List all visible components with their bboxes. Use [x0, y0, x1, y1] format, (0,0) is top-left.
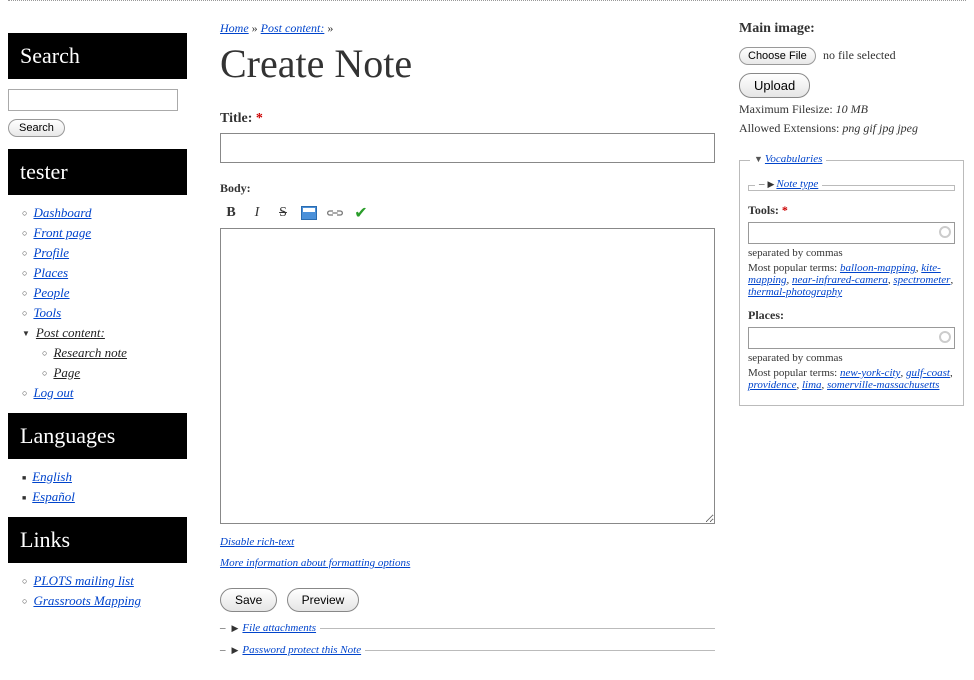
link-plots-mailing-list[interactable]: PLOTS mailing list	[33, 573, 133, 588]
links-block-title: Links	[8, 517, 187, 563]
places-input[interactable]	[748, 327, 955, 349]
max-filesize-hint: Maximum Filesize: 10 MB	[739, 102, 964, 117]
spinner-icon	[939, 331, 951, 343]
check-icon[interactable]: ✔	[352, 204, 370, 222]
link-icon[interactable]	[326, 204, 344, 222]
term-balloon-mapping[interactable]: balloon-mapping	[840, 262, 916, 274]
sidebar-item-front-page[interactable]: Front page	[33, 225, 91, 240]
title-input[interactable]	[220, 133, 715, 163]
sidebar-item-places[interactable]: Places	[33, 265, 68, 280]
languages-block-title: Languages	[8, 413, 187, 459]
term-providence[interactable]: providence	[748, 379, 796, 391]
image-icon[interactable]	[300, 204, 318, 222]
breadcrumb-home[interactable]: Home	[220, 21, 249, 35]
vocabularies-toggle[interactable]: Vocabularies	[765, 153, 822, 165]
preview-button[interactable]: Preview	[287, 588, 360, 612]
search-input[interactable]	[8, 89, 178, 111]
breadcrumb: Home » Post content: »	[220, 21, 715, 36]
search-block-title: Search	[8, 33, 187, 79]
sidebar-item-people[interactable]: People	[33, 285, 69, 300]
links-menu: PLOTS mailing list Grassroots Mapping	[8, 573, 187, 609]
upload-button[interactable]: Upload	[739, 73, 810, 98]
term-new-york-city[interactable]: new-york-city	[840, 367, 900, 379]
sidebar-item-log-out[interactable]: Log out	[33, 385, 73, 400]
vocabularies-fieldset: ▼Vocabularies –▶Note type Tools: * separ…	[739, 160, 964, 406]
allowed-ext-hint: Allowed Extensions: png gif jpg jpeg	[739, 121, 964, 136]
main-image-label: Main image:	[739, 21, 964, 37]
tools-popular-terms: Most popular terms: balloon-mapping, kit…	[748, 262, 955, 298]
term-thermal-photography[interactable]: thermal-photography	[748, 286, 842, 298]
body-label: Body:	[220, 181, 715, 196]
places-label: Places:	[748, 308, 955, 323]
editor-toolbar: B I S ✔	[220, 202, 715, 224]
term-gulf-coast[interactable]: gulf-coast	[906, 367, 950, 379]
term-near-infrared-camera[interactable]: near-infrared-camera	[792, 274, 888, 286]
breadcrumb-post-content[interactable]: Post content:	[261, 21, 325, 35]
formatting-options-link[interactable]: More information about formatting option…	[220, 557, 410, 569]
italic-icon[interactable]: I	[248, 204, 266, 222]
user-block-title: tester	[8, 149, 187, 195]
tools-input[interactable]	[748, 222, 955, 244]
strikethrough-icon[interactable]: S	[274, 204, 292, 222]
user-menu: Dashboard Front page Profile Places People To…	[8, 205, 187, 401]
places-hint: separated by commas	[748, 352, 955, 364]
term-spectrometer[interactable]: spectrometer	[893, 274, 950, 286]
term-lima[interactable]: lima	[802, 379, 822, 391]
title-label: Title: *	[220, 111, 715, 127]
link-grassroots-mapping[interactable]: Grassroots Mapping	[33, 593, 141, 608]
languages-menu: English Español	[8, 469, 187, 505]
sidebar-item-tools[interactable]: Tools	[33, 305, 61, 320]
places-popular-terms: Most popular terms: new-york-city, gulf-…	[748, 367, 955, 391]
body-textarea[interactable]	[220, 228, 715, 524]
sidebar-item-page[interactable]: Page	[53, 365, 80, 380]
language-espa-ol[interactable]: Español	[32, 489, 75, 504]
language-english[interactable]: English	[32, 469, 72, 484]
page-title: Create Note	[220, 40, 715, 87]
bold-icon[interactable]: B	[222, 204, 240, 222]
file-status: no file selected	[823, 48, 896, 62]
note-type-toggle[interactable]: Note type	[776, 178, 818, 190]
sidebar-item-profile[interactable]: Profile	[33, 245, 69, 260]
tools-hint: separated by commas	[748, 247, 955, 259]
disable-rich-text-link[interactable]: Disable rich-text	[220, 536, 294, 548]
password-protect-fieldset[interactable]: –▶Password protect this Note	[220, 644, 715, 656]
choose-file-button[interactable]: Choose File	[739, 47, 816, 65]
sidebar-item-research-note[interactable]: Research note	[53, 345, 127, 360]
search-button[interactable]: Search	[8, 119, 65, 137]
spinner-icon	[939, 226, 951, 238]
save-button[interactable]: Save	[220, 588, 277, 612]
term-somerville-massachusetts[interactable]: somerville-massachusetts	[827, 379, 939, 391]
tools-label: Tools: *	[748, 203, 955, 218]
sidebar-item-post-content-[interactable]: Post content:	[36, 325, 105, 340]
file-attachments-fieldset[interactable]: –▶File attachments	[220, 622, 715, 634]
sidebar-item-dashboard[interactable]: Dashboard	[33, 205, 91, 220]
